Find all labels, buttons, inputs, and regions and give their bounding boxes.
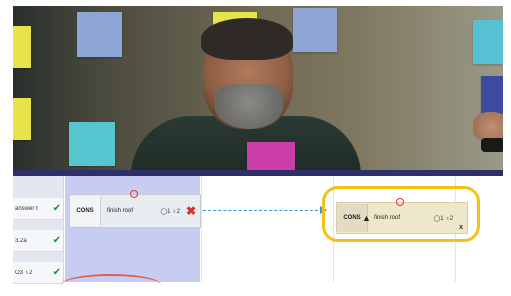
left-item-label: O3 ♁2	[15, 269, 33, 276]
check-icon: ✔	[52, 267, 61, 278]
left-item[interactable]: 3.2a ✔	[13, 230, 63, 252]
connector-curve	[61, 274, 161, 296]
task-name: finish roof	[374, 215, 401, 221]
sticky-note-navy	[481, 76, 503, 114]
check-icon: ✔	[52, 203, 61, 214]
left-task-panel: answer t ✔ 3.2a ✔ O3 ♁2 ✔	[13, 176, 64, 284]
person-hair	[201, 18, 293, 60]
task-meta: ◯1 ♁2	[160, 208, 180, 215]
close-icon[interactable]: ✖	[186, 204, 196, 218]
task-name: finish roof	[107, 208, 134, 214]
red-circle-icon	[396, 198, 404, 206]
presentation-photo	[13, 6, 503, 173]
pointer-cursor-icon: ▲	[362, 213, 371, 223]
close-icon[interactable]: x	[459, 224, 463, 231]
grid-line	[201, 176, 202, 282]
target-task-card[interactable]: CONS finish roof ◯1 ♁2 x	[336, 202, 468, 234]
sticky-note-blue	[77, 12, 122, 57]
sticky-note-cyan	[69, 122, 115, 166]
sticky-note-yellow	[13, 26, 31, 68]
left-item-label: answer t	[15, 205, 38, 212]
left-item[interactable]: answer t ✔	[13, 198, 63, 220]
sticky-note-pink	[247, 142, 295, 172]
planner-app: answer t ✔ 3.2a ✔ O3 ♁2 ✔ CONS finish ro…	[13, 176, 503, 284]
task-tag: CONS	[70, 196, 101, 226]
left-item-label: 3.2a	[15, 237, 27, 244]
sticky-note-yellow	[13, 98, 31, 140]
task-meta: ◯1 ♁2	[433, 215, 454, 222]
sticky-note-cyan	[473, 20, 503, 64]
sticky-note-blue	[293, 8, 337, 52]
left-item[interactable]: O3 ♁2 ✔	[13, 262, 63, 284]
check-icon: ✔	[52, 235, 61, 246]
red-circle-icon	[130, 190, 138, 198]
source-task-card[interactable]: CONS finish roof ◯1 ♁2 ✖	[69, 194, 201, 228]
dependency-link	[203, 210, 323, 211]
person-beard	[215, 84, 283, 129]
wristwatch	[481, 138, 503, 152]
